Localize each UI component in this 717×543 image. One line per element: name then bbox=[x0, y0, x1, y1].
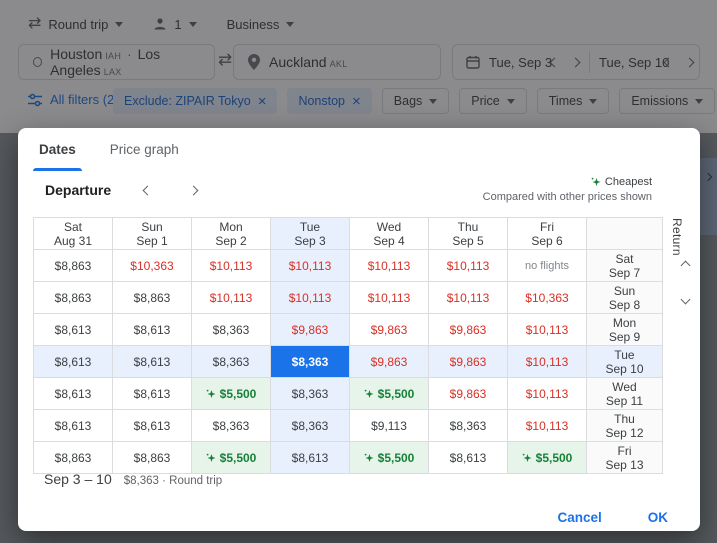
price-cell[interactable]: $8,863 bbox=[34, 442, 113, 474]
cheapest-label: Cheapest bbox=[605, 176, 652, 188]
grid-row-header: FriSep 13 bbox=[587, 442, 663, 474]
price-cell[interactable]: $5,500 bbox=[192, 378, 271, 410]
grid-row-header: ThuSep 12 bbox=[587, 410, 663, 442]
price-cell[interactable]: $8,613 bbox=[271, 442, 350, 474]
next-week-button[interactable] bbox=[183, 180, 203, 200]
price-cell[interactable]: $10,113 bbox=[271, 250, 350, 282]
price-cell[interactable]: $10,113 bbox=[429, 250, 508, 282]
price-cell[interactable]: $8,863 bbox=[113, 442, 192, 474]
grid-row-header: SatSep 7 bbox=[587, 250, 663, 282]
price-cell[interactable]: $10,113 bbox=[350, 250, 429, 282]
summary-price: $8,363 · Round trip bbox=[124, 475, 222, 487]
grid-row-header: SunSep 8 bbox=[587, 282, 663, 314]
cheapest-sparkle-icon bbox=[364, 453, 374, 463]
price-cell[interactable]: $10,113 bbox=[508, 410, 587, 442]
price-cell[interactable]: $10,113 bbox=[429, 282, 508, 314]
price-cell[interactable]: $8,863 bbox=[34, 250, 113, 282]
price-cell[interactable]: $10,363 bbox=[508, 282, 587, 314]
price-cell[interactable]: $5,500 bbox=[508, 442, 587, 474]
price-cell[interactable]: $9,863 bbox=[429, 346, 508, 378]
price-cell[interactable]: $8,363 bbox=[271, 378, 350, 410]
compare-note: Compared with other prices shown bbox=[483, 191, 652, 203]
price-cell[interactable]: $8,363 bbox=[192, 346, 271, 378]
price-cell[interactable]: $8,363 bbox=[429, 410, 508, 442]
price-cell[interactable]: $10,113 bbox=[192, 282, 271, 314]
price-cell[interactable]: $8,863 bbox=[113, 282, 192, 314]
dialog-tabs: Dates Price graph bbox=[33, 128, 185, 171]
price-cell[interactable]: $5,500 bbox=[192, 442, 271, 474]
date-range: Sep 3 – 10 bbox=[44, 471, 112, 487]
price-cell[interactable]: $8,863 bbox=[34, 282, 113, 314]
price-cell[interactable]: $8,363 bbox=[271, 346, 350, 378]
prev-week-button[interactable] bbox=[137, 180, 157, 200]
date-grid: SatAug 31SunSep 1MonSep 2TueSep 3WedSep … bbox=[33, 217, 663, 474]
price-cell[interactable]: $8,613 bbox=[113, 410, 192, 442]
cheapest-sparkle-icon bbox=[206, 389, 216, 399]
price-cell[interactable]: $9,863 bbox=[350, 314, 429, 346]
departure-nav: Departure bbox=[45, 180, 203, 200]
grid-row-header: MonSep 9 bbox=[587, 314, 663, 346]
grid-col-header: SunSep 1 bbox=[113, 218, 192, 250]
departure-label: Departure bbox=[45, 182, 111, 198]
price-cell[interactable]: $5,500 bbox=[350, 378, 429, 410]
price-cell[interactable]: $10,113 bbox=[508, 378, 587, 410]
grid-row-header: WedSep 11 bbox=[587, 378, 663, 410]
price-cell[interactable]: $8,363 bbox=[271, 410, 350, 442]
price-cell[interactable]: $10,113 bbox=[271, 282, 350, 314]
price-cell[interactable]: $8,613 bbox=[34, 346, 113, 378]
price-cell[interactable]: $9,863 bbox=[271, 314, 350, 346]
price-cell[interactable]: $10,113 bbox=[508, 314, 587, 346]
cheapest-sparkle-icon bbox=[364, 389, 374, 399]
no-flights-cell: no flights bbox=[508, 250, 587, 282]
tab-dates[interactable]: Dates bbox=[33, 128, 82, 171]
cheapest-legend: Cheapest Compared with other prices show… bbox=[483, 176, 652, 203]
return-axis-label: Return bbox=[670, 218, 684, 256]
price-cell[interactable]: $8,613 bbox=[34, 378, 113, 410]
price-cell[interactable]: $9,863 bbox=[429, 314, 508, 346]
grid-row-header: TueSep 10 bbox=[587, 346, 663, 378]
grid-corner-cell bbox=[587, 218, 663, 250]
dialog-actions: Cancel OK bbox=[539, 500, 686, 535]
price-cell[interactable]: $9,863 bbox=[350, 346, 429, 378]
price-cell[interactable]: $8,613 bbox=[113, 346, 192, 378]
cancel-button[interactable]: Cancel bbox=[539, 500, 619, 535]
date-grid-dialog: Dates Price graph Departure Cheapest Com… bbox=[18, 128, 700, 531]
cheapest-sparkle-icon bbox=[206, 453, 216, 463]
ok-button[interactable]: OK bbox=[630, 500, 686, 535]
price-cell[interactable]: $10,113 bbox=[350, 282, 429, 314]
price-cell[interactable]: $10,113 bbox=[508, 346, 587, 378]
cheapest-sparkle-icon bbox=[522, 453, 532, 463]
price-cell[interactable]: $8,613 bbox=[34, 314, 113, 346]
grid-col-header: TueSep 3 bbox=[271, 218, 350, 250]
scroll-up-button[interactable] bbox=[676, 256, 694, 274]
price-cell[interactable]: $8,613 bbox=[34, 410, 113, 442]
price-cell[interactable]: $10,363 bbox=[113, 250, 192, 282]
scroll-down-button[interactable] bbox=[676, 290, 694, 308]
price-cell[interactable]: $9,863 bbox=[429, 378, 508, 410]
grid-col-header: WedSep 4 bbox=[350, 218, 429, 250]
price-cell[interactable]: $8,363 bbox=[192, 314, 271, 346]
grid-col-header: FriSep 6 bbox=[508, 218, 587, 250]
price-cell[interactable]: $5,500 bbox=[350, 442, 429, 474]
grid-col-header: SatAug 31 bbox=[34, 218, 113, 250]
price-cell[interactable]: $8,613 bbox=[429, 442, 508, 474]
price-cell[interactable]: $10,113 bbox=[192, 250, 271, 282]
selection-summary: Sep 3 – 10 $8,363 · Round trip bbox=[44, 471, 222, 487]
flights-page: ⇄ Round trip 1 Business HoustonIAH · Los… bbox=[0, 0, 717, 543]
price-cell[interactable]: $9,113 bbox=[350, 410, 429, 442]
cheapest-sparkle-icon bbox=[591, 177, 601, 187]
grid-col-header: ThuSep 5 bbox=[429, 218, 508, 250]
price-cell[interactable]: $8,613 bbox=[113, 314, 192, 346]
grid-col-header: MonSep 2 bbox=[192, 218, 271, 250]
price-cell[interactable]: $8,613 bbox=[113, 378, 192, 410]
price-cell[interactable]: $8,363 bbox=[192, 410, 271, 442]
tab-price-graph[interactable]: Price graph bbox=[104, 128, 185, 171]
